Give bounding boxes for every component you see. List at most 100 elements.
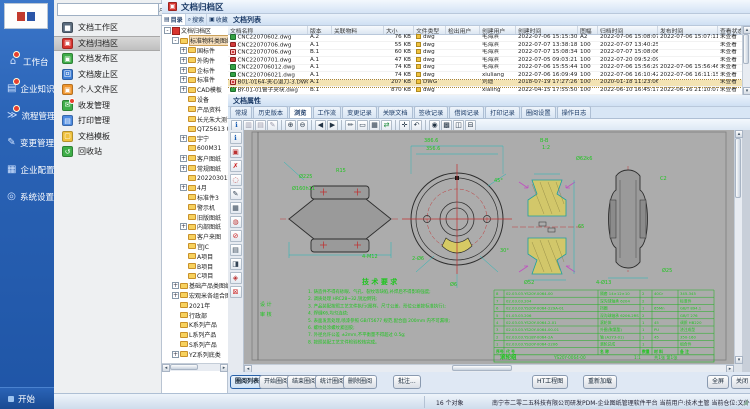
properties-tab-8[interactable]: 借阅记录 [449,106,484,118]
sidebar-item-9[interactable]: ↺回收站 [54,144,160,160]
sidebar-item-4[interactable]: 回文档废止区 [54,67,160,83]
tree-node[interactable]: +宇宁 [162,134,228,144]
action-button-9[interactable]: 全屏 [707,375,729,389]
tree-node[interactable]: +常规图纸 [162,163,228,173]
column-header[interactable]: 检出用户 [446,26,480,34]
scroll-thumb[interactable] [743,34,749,64]
expand-icon[interactable]: + [180,223,187,230]
tree-node[interactable]: K系列产品 [162,320,228,330]
tree-node[interactable]: 宫JC [162,242,228,252]
properties-tab-10[interactable]: 圈阅设置 [521,106,556,118]
tree-node[interactable]: +国标件 [162,46,228,56]
tree-node[interactable]: 旧版图纸 [162,212,228,222]
column-header[interactable]: 图幅 [578,26,598,34]
pan-right-icon[interactable]: ▶ [327,120,338,131]
action-button-5[interactable]: 删除圈阅 [343,375,377,389]
scroll-thumb[interactable] [452,365,512,371]
undo-icon[interactable]: ↶ [411,120,422,131]
stamp-void-icon[interactable]: ⊘ [230,230,242,242]
scroll-up-icon[interactable]: ▴ [735,130,743,138]
expand-icon[interactable]: + [180,135,187,142]
expand-icon[interactable]: + [172,292,179,299]
sidebar-item-2[interactable]: ▣文档归档区 [54,36,160,52]
pan-left-icon[interactable]: ◀ [315,120,326,131]
column-header[interactable]: 发布时间 [658,26,718,34]
stamp-info-icon[interactable]: ℹ [230,132,242,144]
search-input[interactable] [57,3,159,16]
scroll-thumb[interactable] [735,138,741,198]
resize-grip-icon[interactable]: ◢ [743,398,748,406]
expand-icon[interactable]: + [180,86,187,93]
column-header[interactable]: 文档名称 [228,26,308,34]
move-icon[interactable]: ✛ [399,120,410,131]
fit-window-icon[interactable]: ▭ [357,120,368,131]
zoom-in-icon[interactable]: ⊕ [285,120,296,131]
copy-view-icon[interactable]: ▤ [255,120,266,131]
tree-node[interactable]: S系列产品 [162,340,228,350]
save-view-icon[interactable]: ▥ [243,120,254,131]
compare-icon[interactable]: ⇄ [381,120,392,131]
scroll-right-icon[interactable]: ▸ [220,364,228,372]
tree-node[interactable]: +客户图纸 [162,153,228,163]
start-button[interactable]: 开始 [0,387,54,409]
tree-node[interactable]: +内部图纸 [162,222,228,232]
tree-node[interactable]: +4月 [162,183,228,193]
column-header[interactable]: 文件类型 [414,26,446,34]
stamp-grid-icon[interactable]: ▦ [230,202,242,214]
cad-drawing[interactable]: 386.6356.6Ø225Ø160h11R154-M1245°30°2-Ø6B… [244,130,734,364]
viewer-vertical-scrollbar[interactable]: ▴ ▾ [734,130,742,364]
stamp-edit-icon[interactable]: ✎ [230,188,242,200]
properties-tab-5[interactable]: 变更记录 [342,106,377,118]
scroll-thumb[interactable] [170,364,198,370]
properties-tab-6[interactable]: 关联文档 [378,106,413,118]
action-button-7[interactable]: HT工程图 [532,375,568,389]
tree-node[interactable]: 标准件3 [162,193,228,203]
expand-icon[interactable]: + [180,67,187,74]
stamp-box-icon[interactable]: ▣ [230,146,242,158]
tree-node[interactable]: QTZ5613 01富锦 [162,124,228,134]
sidebar-item-1[interactable]: ■文档工作区 [54,20,160,36]
tree-node[interactable]: +外购件 [162,55,228,65]
tree-node[interactable]: 长光朱大测试图纸 [162,114,228,124]
tree-node[interactable]: 产品资料 [162,104,228,114]
tree-node[interactable]: -标准物料类图纸 [162,36,228,46]
column-header[interactable]: 创建用户 [480,26,516,34]
expand-icon[interactable]: + [180,57,187,64]
nav-item-process[interactable]: ≫流程管理 [0,102,54,129]
expand-icon[interactable]: + [180,155,187,162]
tree-node[interactable]: 2021年 [162,300,228,310]
stamp-seal-icon[interactable]: ◍ [230,216,242,228]
tree-node[interactable]: 设备 [162,95,228,105]
tree-tab-2[interactable]: ⌕搜索 [186,14,207,25]
edit-icon[interactable]: ✎ [267,120,278,131]
table-row[interactable]: BY-01-01管子夹块.dwgB.1870 KBdwgxialing2022-… [228,87,742,95]
sidebar-item-3[interactable]: ▣文档发布区 [54,51,160,67]
tree-node[interactable]: +CAD模板 [162,85,228,95]
nav-item-system[interactable]: ◎系统设置 [0,183,54,210]
expand-icon[interactable]: + [180,76,187,83]
action-button-10[interactable]: 关闭 [731,375,750,389]
expand-icon[interactable]: + [172,282,179,289]
file-table-scrollbar[interactable]: ▴ ▾ [742,26,750,95]
nav-item-knowledge[interactable]: ▤企业知识库 [0,75,54,102]
preview-icon[interactable]: ◉ [429,120,440,131]
stamp-diamond-icon[interactable]: ◈ [230,272,242,284]
tree-node[interactable]: 客户来图 [162,232,228,242]
minimize-icon[interactable]: ⊟ [465,120,476,131]
collapse-icon[interactable]: - [164,27,171,34]
properties-tab-3[interactable]: 浏览 [289,106,311,118]
brush-icon[interactable]: ✏ [345,120,356,131]
properties-tab-9[interactable]: 打印记录 [485,106,520,118]
action-button-8[interactable]: 重新加载 [583,375,617,389]
expand-icon[interactable]: + [180,165,187,172]
tree-tab-1[interactable]: ▤目录 [162,14,186,25]
tree-node[interactable]: +标准件 [162,75,228,85]
properties-tab-11[interactable]: 操作日志 [557,106,592,118]
scroll-left-icon[interactable]: ◂ [162,364,170,372]
tree-node[interactable]: +基础产品类图纸 [162,281,228,291]
tree-node[interactable]: +宏观米各组合图纸 [162,291,228,301]
sidebar-item-8[interactable]: ▢文档模板 [54,129,160,145]
stamp-circle-icon[interactable]: ◌ [230,174,242,186]
grid-icon[interactable]: ▩ [441,120,452,131]
viewer-horizontal-scrollbar[interactable]: ◂ ▸ [244,364,734,372]
